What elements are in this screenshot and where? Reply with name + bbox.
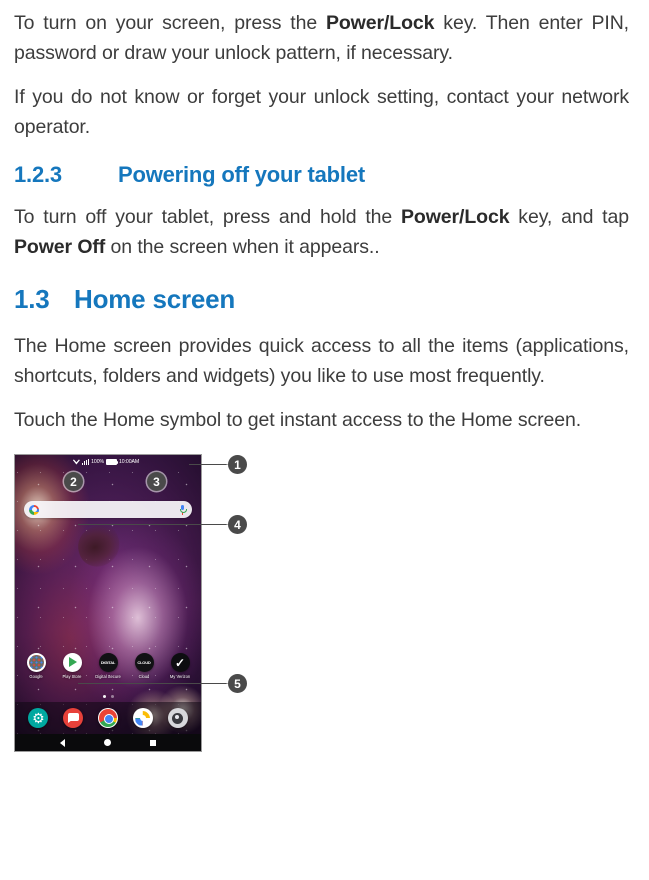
app-label: Cloud [138, 674, 150, 679]
paragraph-turn-on-screen: To turn on your screen, press the Power/… [14, 8, 629, 68]
clock-label: 10:00AM [119, 458, 140, 465]
cloud-icon[interactable]: CLOUD [134, 653, 154, 672]
heading-1-3-title: Home screen [74, 284, 236, 314]
app-item-play-store[interactable]: Play Store [56, 653, 88, 679]
battery-icon [106, 458, 119, 465]
photos-icon[interactable] [132, 708, 153, 728]
callout-badge-4: 4 [228, 515, 247, 534]
app-item-cloud[interactable]: CLOUD Cloud [128, 653, 160, 679]
navigation-bar [15, 734, 201, 751]
microphone-icon[interactable] [178, 504, 188, 515]
app-label: Google [29, 674, 43, 679]
paragraph-home-screen-intro: The Home screen provides quick access to… [14, 335, 629, 387]
callout-badge-5: 5 [228, 674, 247, 693]
callout-badge-1: 1 [228, 455, 247, 474]
google-search-bar[interactable] [24, 501, 192, 518]
page-indicator [15, 695, 201, 698]
my-verizon-icon[interactable]: ✓ [170, 653, 190, 672]
play-store-icon[interactable] [62, 653, 82, 672]
emphasis-text: Power/Lock [401, 206, 510, 228]
leader-line-1 [189, 463, 230, 465]
app-label: Digital Secure [95, 674, 121, 679]
app-label: Play Store [62, 674, 82, 679]
plain-text: To turn on your screen, press the [14, 12, 326, 34]
leader-line-5 [78, 682, 230, 684]
home-circle-icon[interactable] [103, 739, 111, 746]
page-dot[interactable] [110, 695, 114, 698]
home-screen-figure: 100% 10:00AM Google Play Store DIGITAL D… [14, 449, 274, 754]
callout-badge-2: 2 [64, 472, 83, 491]
status-bar: 100% 10:00AM [15, 455, 201, 468]
heading-1-2-3: 1.2.3 Powering off your tablet [14, 162, 629, 188]
camera-icon[interactable] [167, 708, 188, 728]
plain-text: key, and tap [509, 206, 629, 228]
plain-text: on the screen when it appears.. [105, 236, 380, 258]
messages-icon[interactable] [63, 708, 84, 728]
recents-square-icon[interactable] [149, 739, 156, 746]
chrome-icon[interactable] [97, 708, 118, 728]
callout-badge-3: 3 [147, 472, 166, 491]
app-item-google[interactable]: Google [20, 653, 52, 679]
back-triangle-icon[interactable] [60, 738, 66, 747]
heading-1-2-3-number: 1.2.3 [14, 162, 62, 187]
wifi-icon [72, 459, 80, 465]
document-page: To turn on your screen, press the Power/… [0, 0, 649, 880]
app-item-my-verizon[interactable]: ✓ My Verizon [164, 653, 196, 679]
app-grid: Google Play Store DIGITAL Digital Secure… [18, 653, 198, 679]
google-g-icon[interactable] [29, 504, 39, 515]
emphasis-text: Power/Lock [325, 12, 435, 34]
leader-line-4 [78, 523, 230, 525]
paragraph-home-symbol: Touch the Home symbol to get instant acc… [14, 409, 582, 431]
battery-percent-label: 100% [91, 458, 105, 465]
heading-1-3: 1.3 Home screen [14, 284, 629, 315]
plain-text: To turn off your tablet, press and hold … [14, 206, 401, 228]
favorites-dock [15, 702, 201, 734]
app-item-digital-secure[interactable]: DIGITAL Digital Secure [92, 653, 124, 679]
google-icon[interactable] [26, 653, 46, 672]
signal-bars-icon [81, 458, 90, 465]
heading-1-2-3-title: Powering off your tablet [118, 162, 365, 187]
tablet-screenshot: 100% 10:00AM Google Play Store DIGITAL D… [14, 454, 202, 752]
settings-gear-icon[interactable] [28, 708, 49, 728]
paragraph-power-off: To turn off your tablet, press and hold … [14, 202, 629, 262]
page-dot-active[interactable] [102, 695, 106, 698]
paragraph-unlock-setting: If you do not know or forget your unlock… [14, 82, 629, 142]
heading-1-3-number: 1.3 [14, 284, 50, 314]
app-label: My Verizon [169, 674, 191, 679]
plain-text: If you do not know or forget your unlock… [14, 86, 629, 138]
digital-secure-icon[interactable]: DIGITAL [98, 653, 118, 672]
emphasis-text: Power Off [14, 236, 106, 258]
